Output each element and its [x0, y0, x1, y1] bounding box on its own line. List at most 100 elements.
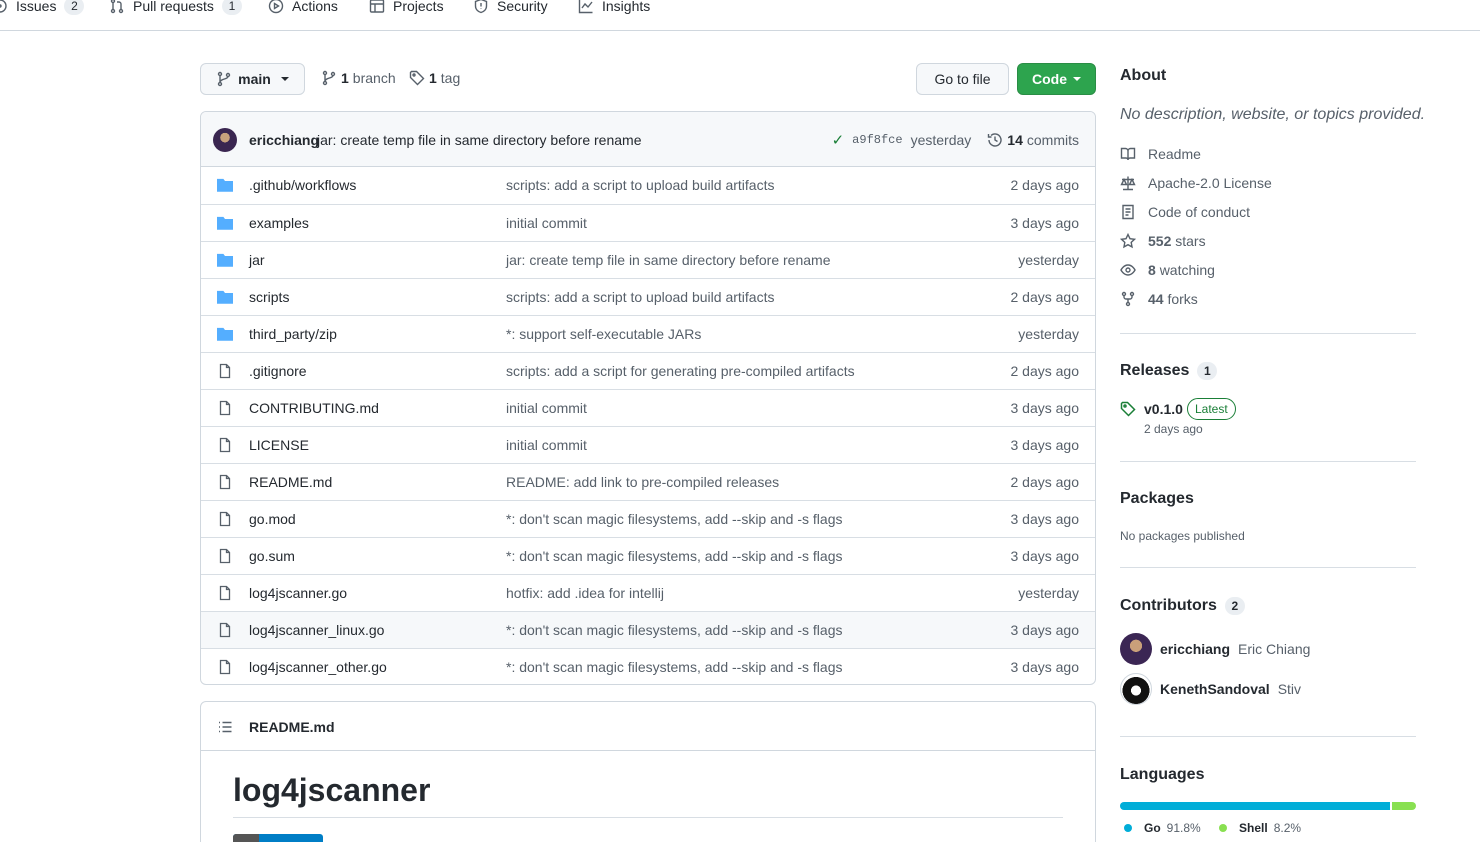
- build-badge[interactable]: [233, 834, 323, 842]
- language-shell[interactable]: Shell 8.2%: [1219, 821, 1301, 835]
- tab-insights[interactable]: Insights: [578, 0, 650, 18]
- file-row[interactable]: LICENSE initial commit 3 days ago: [201, 426, 1095, 463]
- tags-link[interactable]: 1 tag: [409, 70, 460, 86]
- packages-empty: No packages published: [1120, 529, 1245, 543]
- file-row[interactable]: .github/workflows scripts: add a script t…: [201, 167, 1095, 204]
- file-row[interactable]: scripts scripts: add a script to upload b…: [201, 278, 1095, 315]
- contributors-title[interactable]: Contributors: [1120, 597, 1217, 615]
- go-to-file-button[interactable]: Go to file: [916, 63, 1009, 95]
- branches-count: 1: [341, 70, 349, 86]
- file-row[interactable]: go.sum *: don't scan magic filesystems, a…: [201, 537, 1095, 574]
- file-commit-message[interactable]: *: don't scan magic filesystems, add --s…: [506, 511, 842, 527]
- file-icon: [217, 437, 233, 453]
- code-button[interactable]: Code: [1017, 63, 1096, 95]
- file-commit-message[interactable]: README: add link to pre-compiled release…: [506, 474, 779, 490]
- releases-title[interactable]: Releases: [1120, 362, 1189, 380]
- file-commit-message[interactable]: jar: create temp file in same directory …: [506, 252, 830, 268]
- file-name[interactable]: log4jscanner_linux.go: [249, 622, 384, 638]
- file-name[interactable]: LICENSE: [249, 437, 309, 453]
- file-commit-message[interactable]: initial commit: [506, 437, 587, 453]
- file-name[interactable]: jar: [249, 252, 265, 268]
- folder-icon: [217, 216, 233, 230]
- file-row[interactable]: .gitignore scripts: add a script for gene…: [201, 352, 1095, 389]
- file-name[interactable]: log4jscanner.go: [249, 585, 347, 601]
- file-icon: [217, 400, 233, 416]
- file-row[interactable]: log4jscanner_other.go *: don't scan magic…: [201, 648, 1095, 684]
- file-commit-message[interactable]: hotfix: add .idea for intellij: [506, 585, 664, 601]
- eye-icon: [1120, 264, 1136, 276]
- file-row[interactable]: README.md README: add link to pre-compile…: [201, 463, 1095, 500]
- file-row[interactable]: examples initial commit 3 days ago: [201, 204, 1095, 241]
- file-commit-message[interactable]: initial commit: [506, 215, 587, 231]
- forks-link[interactable]: 44 forks: [1120, 291, 1198, 307]
- file-row[interactable]: third_party/zip *: support self-executabl…: [201, 315, 1095, 352]
- file-row[interactable]: CONTRIBUTING.md initial commit 3 days ago: [201, 389, 1095, 426]
- readme-file-label[interactable]: README.md: [249, 719, 335, 735]
- file-name[interactable]: examples: [249, 215, 309, 231]
- branch-icon: [322, 70, 336, 86]
- file-name[interactable]: go.sum: [249, 548, 295, 564]
- packages-title[interactable]: Packages: [1120, 490, 1416, 508]
- branch-select-button[interactable]: main: [200, 63, 305, 95]
- list-icon[interactable]: [217, 719, 233, 735]
- stars-link[interactable]: 552 stars: [1120, 233, 1206, 249]
- releases-section: Releases 1: [1120, 362, 1416, 380]
- tab-pull-requests[interactable]: Pull requests 1: [109, 0, 242, 18]
- tab-issues[interactable]: Issues 2: [0, 0, 85, 18]
- commit-meta: ✓ a9f8fce yesterday 14 commits: [832, 131, 1079, 149]
- file-row[interactable]: log4jscanner_linux.go *: don't scan magic…: [201, 611, 1095, 648]
- file-name[interactable]: .github/workflows: [249, 177, 356, 193]
- file-commit-message[interactable]: scripts: add a script for generating pre…: [506, 363, 855, 379]
- file-name[interactable]: CONTRIBUTING.md: [249, 400, 379, 416]
- contributor-name: Stiv: [1277, 681, 1302, 697]
- commits-label: commits: [1026, 132, 1079, 148]
- readme-link[interactable]: Readme: [1120, 146, 1201, 162]
- branches-link[interactable]: 1 branch: [321, 70, 396, 86]
- file-commit-message[interactable]: *: support self-executable JARs: [506, 326, 701, 342]
- commits-link[interactable]: 14 commits: [987, 132, 1079, 148]
- file-name[interactable]: scripts: [249, 289, 289, 305]
- file-name[interactable]: README.md: [249, 474, 332, 490]
- file-row[interactable]: log4jscanner.go hotfix: add .idea for int…: [201, 574, 1095, 611]
- commit-sha[interactable]: a9f8fce: [852, 133, 902, 147]
- contributor-item[interactable]: KenethSandoval Stiv: [1120, 673, 1301, 705]
- releases-count: 1: [1197, 362, 1218, 380]
- check-icon[interactable]: ✓: [832, 131, 845, 149]
- language-color-dot: [1124, 824, 1132, 832]
- play-icon: [268, 0, 284, 14]
- file-commit-message[interactable]: *: don't scan magic filesystems, add --s…: [506, 622, 842, 638]
- avatar[interactable]: [1120, 673, 1152, 705]
- file-name[interactable]: third_party/zip: [249, 326, 337, 342]
- avatar[interactable]: [1120, 633, 1152, 665]
- tab-actions[interactable]: Actions: [268, 0, 338, 18]
- tab-security-label: Security: [497, 0, 548, 14]
- packages-section: Packages: [1120, 490, 1416, 508]
- file-row[interactable]: go.mod *: don't scan magic filesystems, a…: [201, 500, 1095, 537]
- license-link[interactable]: Apache-2.0 License: [1120, 175, 1272, 191]
- file-name[interactable]: go.mod: [249, 511, 296, 527]
- contributor-item[interactable]: ericchiang Eric Chiang: [1120, 633, 1310, 665]
- commit-message[interactable]: jar: create temp file in same directory …: [317, 132, 641, 148]
- file-commit-message[interactable]: scripts: add a script to upload build ar…: [506, 177, 774, 193]
- code-of-conduct-link[interactable]: Code of conduct: [1120, 204, 1250, 220]
- file-commit-message[interactable]: initial commit: [506, 400, 587, 416]
- tab-projects[interactable]: Projects: [369, 0, 444, 18]
- file-age: 2 days ago: [1010, 474, 1080, 490]
- watchers-link[interactable]: 8 watching: [1120, 262, 1215, 278]
- release-version[interactable]: v0.1.0: [1144, 401, 1183, 417]
- file-name[interactable]: .gitignore: [249, 363, 307, 379]
- language-go[interactable]: Go 91.8%: [1124, 821, 1201, 835]
- file-commit-message[interactable]: scripts: add a script to upload build ar…: [506, 289, 774, 305]
- license-link-label: Apache-2.0 License: [1148, 175, 1272, 191]
- file-commit-message[interactable]: *: don't scan magic filesystems, add --s…: [506, 548, 842, 564]
- avatar[interactable]: [213, 128, 237, 152]
- table-icon: [369, 0, 385, 13]
- file-icon: [217, 474, 233, 490]
- file-row[interactable]: jar jar: create temp file in same directo…: [201, 241, 1095, 278]
- tab-security[interactable]: Security: [473, 0, 548, 18]
- file-name[interactable]: log4jscanner_other.go: [249, 659, 387, 675]
- file-commit-message[interactable]: *: don't scan magic filesystems, add --s…: [506, 659, 842, 675]
- tab-pull-requests-count: 1: [221, 0, 242, 15]
- commit-author[interactable]: ericchiang: [249, 132, 319, 148]
- file-age: 2 days ago: [1010, 177, 1080, 193]
